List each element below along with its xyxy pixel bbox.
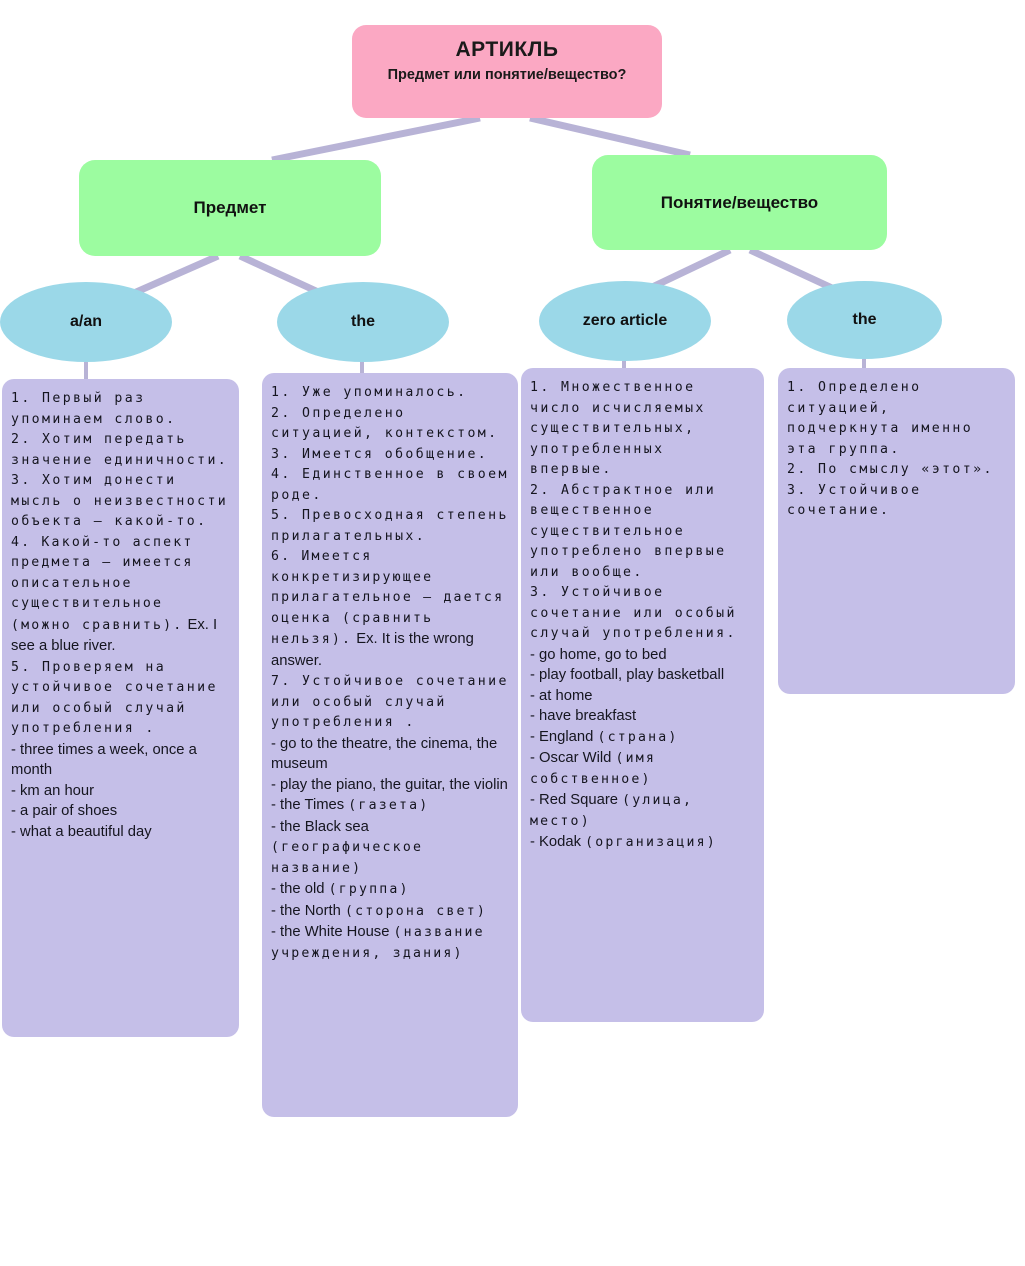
detail-line: - a pair of shoes: [11, 803, 118, 819]
detail-line: - the Times (газета): [271, 795, 511, 817]
branch-label: Предмет: [193, 198, 267, 217]
detail-text-cyrillic: (географическое название): [271, 840, 434, 876]
branch-label: Понятие/вещество: [660, 192, 819, 212]
detail-line: 2. Абстрактное или вещественное существи…: [530, 482, 737, 580]
detail-line: 2. По смыслу «этот».: [787, 462, 994, 477]
detail-line: - play the piano, the guitar, the violin: [271, 776, 508, 793]
article-node-a-an[interactable]: a/an: [0, 282, 172, 362]
detail-line: 1. Множественное число исчисляемых сущес…: [530, 380, 717, 477]
detail-box-the-ponyatie: 1. Определено ситуацией, подчеркнута име…: [778, 368, 1015, 694]
article-node-the-ponyatie[interactable]: the: [787, 281, 942, 359]
detail-line: - the Black sea (географическое название…: [271, 817, 511, 880]
detail-text-latin: - the Times: [271, 797, 349, 813]
detail-text-latin: - Kodak: [530, 834, 586, 850]
detail-text-latin: - England: [530, 728, 598, 745]
root-node-article[interactable]: АРТИКЛЬ Предмет или понятие/вещество?: [352, 25, 662, 118]
detail-text-latin: - Oscar Wild: [530, 750, 616, 766]
article-label: the: [852, 311, 877, 328]
detail-line: 7. Устойчивое сочетание или особый случа…: [271, 674, 509, 730]
detail-line: 1. Определено ситуацией, подчеркнута име…: [787, 380, 984, 457]
detail-line: - at home: [530, 687, 593, 704]
detail-line: - Red Square (улица, место): [530, 790, 757, 832]
detail-line: - what a beautiful day: [11, 823, 152, 840]
detail-line: 3. Имеется обобщение.: [271, 446, 489, 462]
detail-line: 3. Хотим донести мысль о неизвестности о…: [11, 473, 239, 529]
detail-line: - the North (сторона свет): [271, 901, 511, 923]
detail-line: - three times a week, once a month: [11, 741, 201, 779]
edge-root-to-ponyatie: [529, 114, 691, 159]
detail-line: - km an hour: [11, 782, 95, 799]
detail-line: - play football, play basketball: [530, 667, 725, 683]
edge-root-to-predmet: [271, 114, 481, 164]
detail-text-cyrillic: 4. Какой-то аспект предмета – имеется оп…: [11, 534, 204, 633]
detail-line: 4. Какой-то аспект предмета – имеется оп…: [11, 533, 232, 658]
article-label: zero article: [582, 312, 668, 329]
detail-text-cyrillic: (сторона свет): [345, 903, 487, 919]
detail-line: 2. Определено ситуацией, контекстом.: [271, 405, 499, 442]
detail-line: - the White House (название учреждения, …: [271, 922, 511, 964]
root-subtitle: Предмет или понятие/вещество?: [387, 67, 627, 83]
detail-line: - Oscar Wild (имя собственное): [530, 748, 757, 790]
detail-line: - have breakfast: [530, 708, 637, 724]
detail-line: 3. Устойчивое сочетание или особый случа…: [530, 585, 748, 641]
detail-line: 5. Превосходная степень прилагательных.: [271, 508, 509, 544]
detail-line: 5. Проверяем на устойчивое сочетание или…: [11, 659, 229, 737]
branch-node-ponyatie-veshchestvo[interactable]: Понятие/вещество: [592, 155, 887, 250]
detail-line: 1. Первый раз упоминаем слово.: [11, 391, 177, 427]
article-node-the-predmet[interactable]: the: [277, 282, 449, 362]
detail-text-latin: - the North: [271, 902, 346, 919]
article-label: a/an: [69, 313, 102, 330]
detail-box-the-predmet: 1. Уже упоминалось. 2. Определено ситуаци…: [262, 373, 518, 1117]
detail-box-zero-article: 1. Множественное число исчисляемых сущес…: [521, 368, 764, 1022]
detail-text-latin: - the old: [271, 881, 329, 897]
detail-line: 1. Уже упоминалось.: [271, 385, 468, 400]
detail-text-latin: - the White House: [271, 924, 394, 940]
article-mindmap-diagram: АРТИКЛЬ Предмет или понятие/вещество? Пр…: [0, 0, 1025, 1266]
detail-text-latin: - Red Square: [530, 792, 623, 808]
detail-line: - go to the theatre, the cinema, the mus…: [271, 735, 502, 773]
detail-line: - England (страна): [530, 727, 757, 749]
article-label: the: [351, 313, 375, 330]
page-title: АРТИКЛЬ: [455, 38, 559, 61]
article-node-zero-article[interactable]: zero article: [539, 281, 711, 361]
detail-line: 2. Хотим передать значение единичности.: [11, 432, 229, 468]
detail-line: - go home, go to bed: [530, 646, 667, 663]
detail-line: - Kodak (организация): [530, 832, 757, 854]
detail-line: 6. Имеется конкретизирующее прилагательн…: [271, 547, 511, 672]
detail-text-latin: - the Black sea: [271, 818, 373, 835]
detail-line: - the old (группа): [271, 879, 511, 901]
branch-node-predmet[interactable]: Предмет: [79, 160, 381, 256]
detail-text-cyrillic: (организация): [585, 835, 717, 850]
detail-box-a-an: 1. Первый раз упоминаем слово. 2. Хотим п…: [2, 379, 239, 1037]
detail-text-cyrillic: (газета): [348, 798, 430, 813]
detail-line: 3. Устойчивое сочетание.: [787, 482, 932, 519]
detail-text-cyrillic: (группа): [328, 882, 410, 897]
detail-text-cyrillic: (страна): [597, 729, 679, 745]
detail-line: 4. Единственное в своем роде.: [271, 467, 509, 503]
